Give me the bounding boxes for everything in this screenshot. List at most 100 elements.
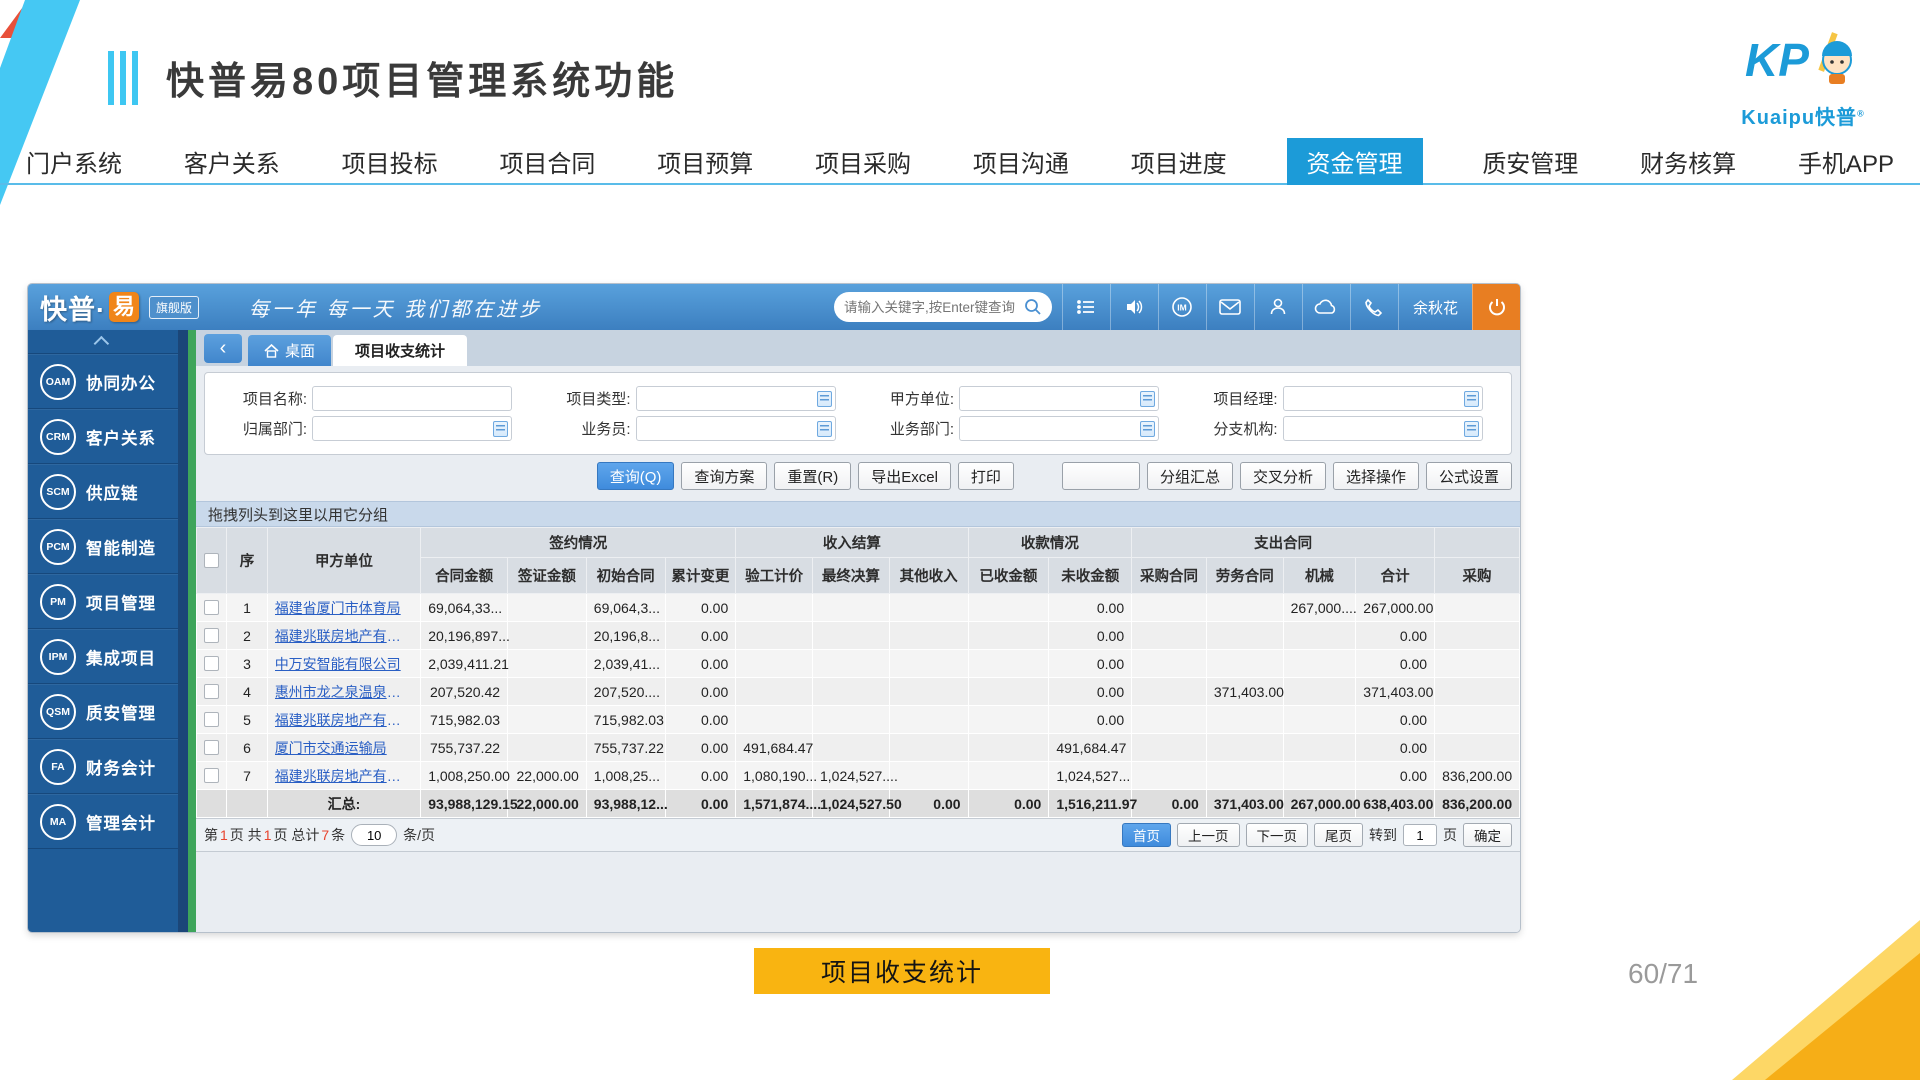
toolbar-button-8[interactable]: 交叉分析 [1240,462,1326,490]
power-icon[interactable] [1472,284,1520,330]
toolbar-button-10[interactable]: 公式设置 [1426,462,1512,490]
page-number: 60/71 [1628,958,1698,990]
nav-item-12[interactable]: 手机APP [1796,139,1896,184]
nav-item-7[interactable]: 项目沟通 [971,139,1071,184]
nav-item-10[interactable]: 质安管理 [1480,139,1580,184]
select-all-checkbox[interactable] [204,553,219,568]
pager-button-2[interactable]: 上一页 [1177,823,1240,847]
toolbar-button-9[interactable]: 选择操作 [1333,462,1419,490]
filter-input[interactable] [637,387,835,410]
lookup-icon[interactable] [1140,391,1155,407]
client-link[interactable]: 福建兆联房地产有限公司 [275,766,414,786]
sound-icon[interactable] [1110,284,1158,330]
confirm-button[interactable]: 确定 [1463,823,1512,847]
edition-badge: 旗舰版 [149,296,199,319]
row-checkbox[interactable] [204,768,219,783]
toolbar-button-2[interactable]: 查询方案 [681,462,767,490]
goto-page-input[interactable] [1403,824,1437,846]
tab-active[interactable]: 项目收支统计 [333,335,467,366]
page-size-input[interactable] [351,824,397,846]
client-link[interactable]: 福建兆联房地产有限公司 [275,710,414,730]
row-checkbox[interactable] [204,740,219,755]
phone-icon[interactable] [1350,284,1398,330]
search-input[interactable] [844,300,1024,315]
menu-list-icon[interactable] [1062,284,1110,330]
data-cell [889,622,968,650]
nav-item-6[interactable]: 项目采购 [813,139,913,184]
sidebar-item-pm[interactable]: PM项目管理 [28,574,178,629]
pager-button-3[interactable]: 下一页 [1246,823,1309,847]
client-link[interactable]: 厦门市交通运输局 [275,738,414,758]
pager-button-1[interactable]: 首页 [1122,823,1171,847]
filter-input[interactable] [960,417,1158,440]
sidebar-item-ipm[interactable]: IPM集成项目 [28,629,178,684]
sidebar-item-pcm[interactable]: PCM智能制造 [28,519,178,574]
nav-item-1[interactable]: 门户系统 [24,139,124,184]
group-by-bar[interactable]: 拖拽列头到这里以用它分组 [196,501,1520,527]
filter-input[interactable] [313,417,511,440]
nav-item-11[interactable]: 财务核算 [1638,139,1738,184]
row-checkbox[interactable] [204,656,219,671]
client-link[interactable]: 惠州市龙之泉温泉开发... [275,682,414,702]
sidebar-item-crm[interactable]: CRM客户关系 [28,409,178,464]
toolbar-button-7[interactable]: 分组汇总 [1147,462,1233,490]
row-no: 3 [227,650,267,678]
user-name[interactable]: 余秋花 [1398,284,1472,330]
filter-input[interactable] [1284,417,1482,440]
data-cell: 0.00 [665,622,736,650]
data-cell: 0.00 [1356,622,1435,650]
toolbar-button-1[interactable]: 查询(Q) [597,462,675,490]
row-checkbox[interactable] [204,712,219,727]
client-link[interactable]: 福建兆联房地产有限公司 [275,626,414,646]
lookup-icon[interactable] [1464,421,1479,437]
module-icon-crm: CRM [40,419,76,455]
filter-input-box [636,416,836,441]
sidebar-item-scm[interactable]: SCM供应链 [28,464,178,519]
sidebar-item-qsm[interactable]: QSM质安管理 [28,684,178,739]
col-header: 已收金额 [968,558,1049,594]
client-link[interactable]: 福建省厦门市体育局 [275,598,414,618]
toolbar: 查询(Q)查询方案重置(R)导出Excel打印 分组汇总交叉分析选择操作公式设置 [196,457,1520,495]
search-icon[interactable] [1024,298,1042,316]
lookup-icon[interactable] [1140,421,1155,437]
nav-item-8[interactable]: 项目进度 [1129,139,1229,184]
nav-item-2[interactable]: 客户关系 [182,139,282,184]
divider-green[interactable] [188,330,196,932]
lookup-icon[interactable] [1464,391,1479,407]
row-checkbox[interactable] [204,684,219,699]
contact-icon[interactable] [1254,284,1302,330]
im-icon[interactable]: IM [1158,284,1206,330]
lookup-icon[interactable] [493,421,508,437]
cloud-icon[interactable] [1302,284,1350,330]
data-cell: 0.00 [1356,706,1435,734]
toolbar-blank-button[interactable] [1062,462,1140,490]
filter-input[interactable] [313,387,511,410]
filter-input[interactable] [637,417,835,440]
client-link[interactable]: 中万安智能有限公司 [275,654,414,674]
sidebar-collapse[interactable] [28,330,178,354]
toolbar-button-5[interactable]: 打印 [958,462,1014,490]
mail-icon[interactable] [1206,284,1254,330]
nav-item-4[interactable]: 项目合同 [497,139,597,184]
filter-input[interactable] [960,387,1158,410]
lookup-icon[interactable] [817,421,832,437]
toolbar-button-3[interactable]: 重置(R) [774,462,851,490]
nav-item-5[interactable]: 项目预算 [655,139,755,184]
nav-item-3[interactable]: 项目投标 [340,139,440,184]
sidebar-item-ma[interactable]: MA管理会计 [28,794,178,849]
sidebar-item-oam[interactable]: OAM协同办公 [28,354,178,409]
lookup-icon[interactable] [817,391,832,407]
row-checkbox[interactable] [204,628,219,643]
col-header-no: 序 [227,528,267,594]
pager-button-4[interactable]: 尾页 [1314,823,1363,847]
row-checkbox[interactable] [204,600,219,615]
nav-item-9[interactable]: 资金管理 [1287,138,1423,185]
back-button[interactable]: ‹ [204,334,242,363]
nav-tabs: 门户系统 客户关系 项目投标 项目合同 项目预算 项目采购 项目沟通 项目进度 资金管理 质安管理… [0,138,1920,185]
data-cell [508,650,587,678]
tab-desktop[interactable]: 桌面 [248,335,331,366]
filter-input[interactable] [1284,387,1482,410]
toolbar-button-4[interactable]: 导出Excel [858,462,951,490]
sidebar-item-fa[interactable]: FA财务会计 [28,739,178,794]
page-info-number: 7 [319,827,331,843]
